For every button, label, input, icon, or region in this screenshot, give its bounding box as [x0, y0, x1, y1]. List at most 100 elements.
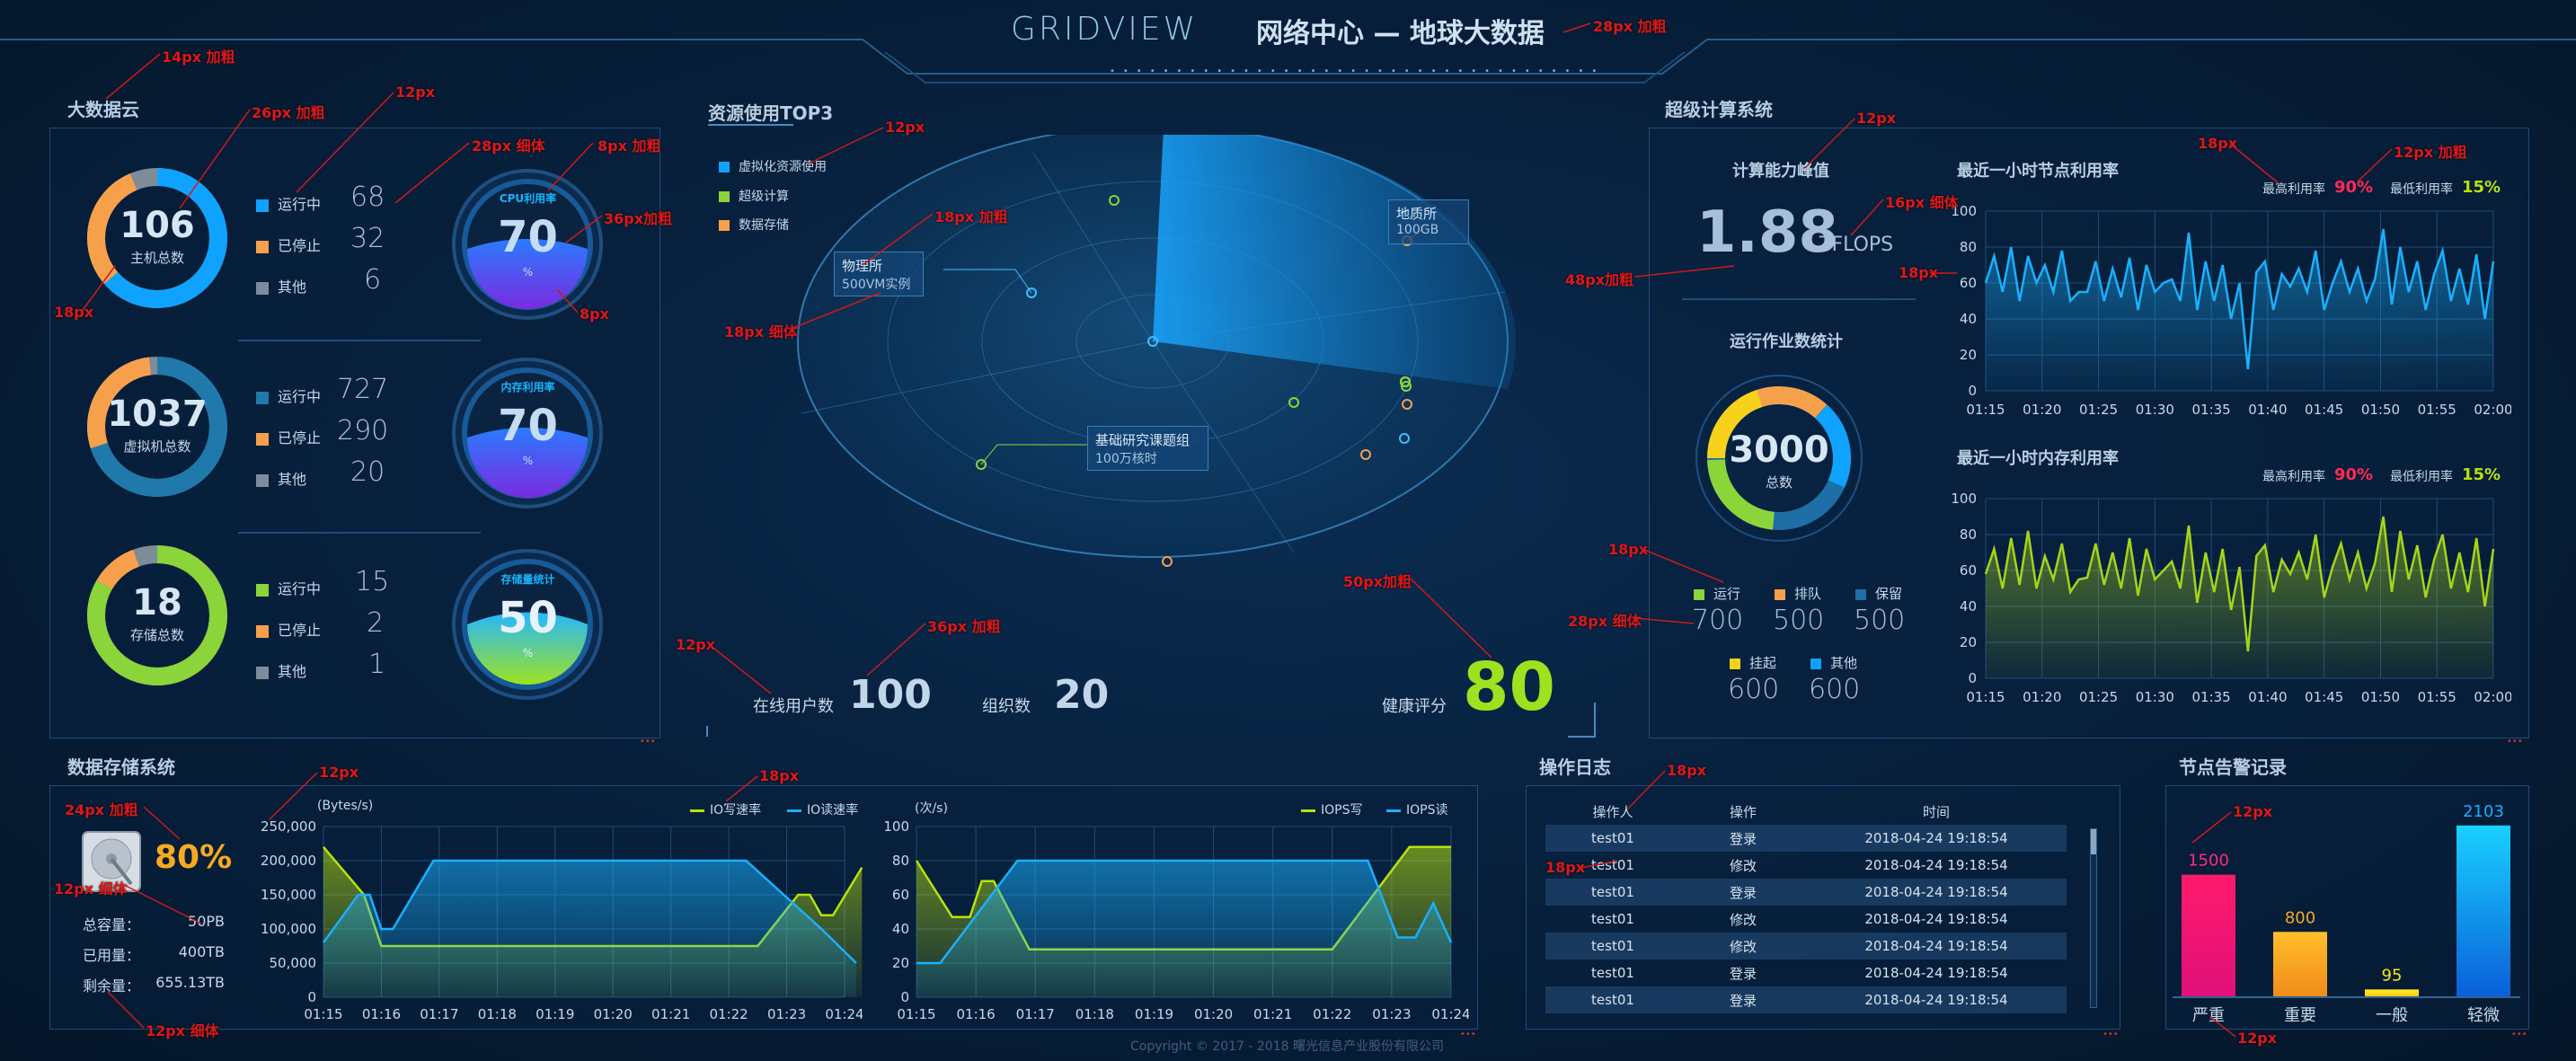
node-min-label: 最低利用率 — [2390, 182, 2453, 197]
category-label: 严重 — [2192, 1006, 2225, 1025]
x-tick-label: 01:19 — [536, 1006, 574, 1022]
tag-name: 基础研究课题组 — [1095, 432, 1191, 448]
x-tick-label: 01:19 — [1135, 1006, 1173, 1022]
legend-value: 32 — [350, 223, 385, 254]
header-logo: GRIDVIEW — [1011, 11, 1199, 48]
jobs-legend-value: 600 — [1728, 674, 1780, 705]
annotation: 14px 加粗 — [162, 49, 235, 66]
corner-dots: ••• — [2507, 737, 2523, 747]
log-scroll-thumb[interactable] — [2091, 829, 2096, 854]
log-op: 登录 — [1729, 992, 1757, 1009]
radar-tag-geology[interactable]: 地质所 100GB — [1388, 199, 1469, 244]
annotation: 28px 加粗 — [1593, 18, 1667, 35]
page-title: 网络中心 — 地球大数据 — [1256, 18, 1545, 49]
y-tick-label: 150,000 — [261, 887, 316, 903]
storage-gauge-value: 50 — [498, 593, 558, 643]
y-tick-label: 60 — [1960, 275, 1977, 291]
x-tick-label: 01:15 — [1966, 689, 2005, 705]
table-row[interactable]: test01 登录 2018-04-24 19:18:54 — [1545, 986, 2067, 1013]
annotation: 18px — [1608, 541, 1649, 558]
category-label: 一般 — [2376, 1006, 2408, 1025]
log-scrollbar[interactable] — [2090, 828, 2097, 1008]
log-user: test01 — [1591, 911, 1634, 927]
vm-total-label: 虚拟机总数 — [123, 438, 191, 455]
bigdata-title: 大数据云 — [67, 99, 139, 120]
annotation: 24px 加粗 — [65, 801, 138, 818]
x-tick-label: 01:50 — [2361, 402, 2400, 418]
storage-free-value: 655.13TB — [155, 974, 225, 991]
y-tick-label: 0 — [307, 989, 316, 1005]
tag-detail: 100GB — [1396, 223, 1439, 237]
log-time: 2018-04-24 19:18:54 — [1864, 965, 2008, 981]
mem-chart-title: 最近一小时内存利用率 — [1957, 449, 2119, 468]
table-row[interactable]: test01 修改 2018-04-24 19:18:54 — [1545, 906, 2067, 933]
radar-title: 资源使用TOP3 — [708, 102, 834, 124]
jobs-legend-reserved: 保留 — [1855, 584, 1902, 603]
annotation: 12px 加粗 — [2394, 144, 2467, 161]
x-tick-label: 01:55 — [2418, 402, 2456, 418]
x-tick-label: 02:00 — [2474, 402, 2511, 418]
x-tick-label: 01:20 — [594, 1006, 633, 1022]
annotation: 18px — [1545, 859, 1586, 876]
log-header-row: 操作人 操作 时间 — [1545, 798, 2067, 825]
jobs-total-label: 总数 — [1765, 474, 1793, 491]
table-row[interactable]: test01 登录 2018-04-24 19:18:54 — [1545, 879, 2067, 906]
y-tick-label: 40 — [1960, 311, 1977, 327]
x-tick-label: 02:00 — [2474, 689, 2511, 705]
x-tick-label: 01:18 — [1076, 1006, 1114, 1022]
annotation: 18px 加粗 — [934, 208, 1008, 225]
alerts-bar-chart: 1500 严重 800 重要 95 一般 2103 轻微 — [2173, 802, 2520, 1025]
divider — [1682, 298, 1916, 300]
bar — [2273, 932, 2327, 997]
table-row[interactable]: test01 登录 2018-04-24 19:18:54 — [1545, 825, 2067, 852]
dashboard: GRIDVIEW 网络中心 — 地球大数据 ••••••••••••••••••… — [0, 0, 2576, 1061]
annotation: 8px — [580, 305, 609, 323]
log-col-time: 时间 — [1922, 803, 1950, 820]
series-area — [1986, 517, 2493, 678]
corner-dots: ••• — [2102, 1030, 2119, 1039]
mem-max-label: 最高利用率 — [2262, 470, 2325, 484]
x-tick-label: 01:15 — [304, 1006, 342, 1022]
storage-used-value: 400TB — [178, 943, 225, 960]
log-col-op: 操作 — [1729, 803, 1757, 820]
x-tick-label: 01:17 — [420, 1006, 458, 1022]
log-user: test01 — [1591, 884, 1634, 900]
log-time: 2018-04-24 19:18:54 — [1864, 911, 2008, 927]
annotation: 12px — [2233, 803, 2273, 820]
radar-tag-physics[interactable]: 物理所 500VM实例 — [834, 252, 924, 296]
mem-min-value: 15% — [2462, 465, 2501, 484]
storage-free-label: 剩余量： — [83, 977, 141, 995]
table-row[interactable]: test01 修改 2018-04-24 19:18:54 — [1545, 933, 2067, 959]
y-tick-label: 80 — [1960, 526, 1977, 543]
table-row[interactable]: test01 修改 2018-04-24 19:18:54 — [1545, 852, 2067, 879]
x-tick-label: 01:55 — [2418, 689, 2456, 705]
annotation: 18px — [54, 304, 94, 321]
annotation: 28px 细体 — [472, 137, 545, 155]
legend-stopped: 已停止 — [256, 618, 321, 640]
log-user: test01 — [1591, 830, 1634, 846]
x-tick-label: 01:30 — [2136, 689, 2174, 705]
bar-value-label: 95 — [2382, 966, 2403, 985]
series-area — [916, 861, 1451, 997]
legend-value: 15 — [355, 566, 390, 597]
jobs-legend-value: 500 — [1854, 605, 1906, 636]
log-time: 2018-04-24 19:18:54 — [1864, 884, 2008, 900]
table-row[interactable]: test01 登录 2018-04-24 19:18:54 — [1545, 959, 2067, 986]
legend-stopped: 已停止 — [256, 426, 321, 447]
radar-tag-research[interactable]: 基础研究课题组 100万核时 — [1087, 426, 1208, 471]
copyright: Copyright © 2017 - 2018 曙光信息产业股份有限公司 — [1130, 1039, 1444, 1054]
radar-frame — [706, 703, 1596, 738]
annotation: 18px 细体 — [724, 323, 798, 340]
corner-dots: ••• — [1460, 1030, 1476, 1039]
legend-value: 6 — [364, 264, 382, 296]
x-tick-label: 01:21 — [651, 1006, 690, 1022]
y-tick-label: 40 — [892, 921, 909, 937]
annotation: 12px — [319, 764, 359, 781]
log-op: 登录 — [1729, 965, 1757, 982]
annotation: 16px 细体 — [1885, 194, 1959, 211]
y-tick-label: 200,000 — [261, 853, 316, 869]
x-tick-label: 01:20 — [1194, 1006, 1233, 1022]
legend-other: 其他 — [256, 467, 306, 489]
annotation: 18px — [759, 767, 800, 784]
annotation: 12px — [395, 84, 436, 101]
